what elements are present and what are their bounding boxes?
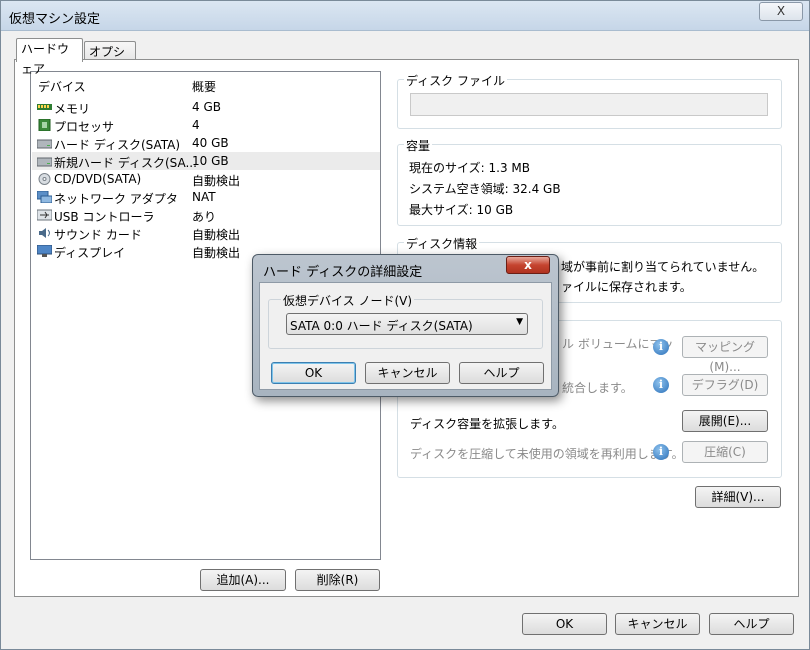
virtual-device-node-select[interactable]: SATA 0:0 ハード ディスク(SATA) ▼ (286, 313, 528, 335)
disk-file-title: ディスク ファイル (404, 72, 507, 89)
info-icon: i (653, 377, 669, 393)
device-row-sound-card[interactable]: サウンド カード 自動検出 (32, 224, 380, 242)
device-summary: 4 (192, 118, 200, 132)
device-row-processor[interactable]: プロセッサ 4 (32, 116, 380, 134)
compact-text: ディスクを圧縮して未使用の領域を再利用します。 (410, 447, 684, 461)
display-icon (37, 245, 52, 257)
device-summary: 自動検出 (192, 228, 241, 242)
disk-info-line1: 域が事前に割り当てられていません。 (561, 260, 765, 274)
device-summary: 10 GB (192, 154, 229, 168)
map-button[interactable]: マッピング(M)... (682, 336, 768, 374)
info-icon: i (653, 444, 669, 460)
device-name: 新規ハード ディスク(SA... (54, 156, 197, 170)
device-row-memory[interactable]: メモリ 4 GB (32, 98, 380, 116)
device-name: ディスプレイ (54, 246, 126, 260)
device-name: USB コントローラ (54, 210, 155, 224)
usb-icon (37, 209, 52, 221)
device-row-cd-dvd[interactable]: CD/DVD(SATA) 自動検出 (32, 170, 380, 188)
device-row-hard-disk[interactable]: ハード ディスク(SATA) 40 GB (32, 134, 380, 152)
dialog-body: 仮想デバイス ノード(V) OK キャンセル ヘルプ (259, 282, 552, 390)
virtual-device-node-label: 仮想デバイス ノード(V) (281, 292, 415, 309)
help-button[interactable]: ヘルプ (709, 613, 794, 635)
summary-column-header[interactable]: 概要 (192, 78, 216, 95)
add-device-button[interactable]: 追加(A)... (200, 569, 286, 591)
device-summary: 自動検出 (192, 174, 241, 188)
cancel-button[interactable]: キャンセル (615, 613, 700, 635)
chevron-down-icon: ▼ (516, 317, 523, 327)
title-bar: 仮想マシン設定 X (1, 1, 809, 31)
tab-hardware[interactable]: ハードウェア (16, 38, 83, 76)
disk-info-title: ディスク情報 (404, 235, 480, 252)
ok-button[interactable]: OK (522, 613, 607, 635)
network-adapter-icon (37, 191, 52, 203)
dialog-help-button[interactable]: ヘルプ (459, 362, 544, 384)
device-summary: 40 GB (192, 136, 229, 150)
device-name: ハード ディスク(SATA) (54, 138, 181, 152)
dialog-close-button[interactable]: x (506, 256, 550, 274)
device-name: プロセッサ (54, 120, 115, 134)
memory-icon (37, 104, 52, 110)
window-title: 仮想マシン設定 (9, 12, 101, 27)
dialog-title: ハード ディスクの詳細設定 (263, 265, 423, 280)
capacity-group: 容量 現在のサイズ: 1.3 MB システム空き領域: 32.4 GB 最大サイ… (397, 137, 782, 226)
device-column-header[interactable]: デバイス (38, 78, 86, 95)
window-close-button[interactable]: X (759, 2, 803, 21)
details-button[interactable]: 詳細(V)... (695, 486, 781, 508)
defrag-text: 統合します。 (562, 381, 633, 395)
device-name: サウンド カード (54, 228, 142, 242)
vm-settings-window: 仮想マシン設定 X ハードウェア オプション デバイス 概要 メモリ 4 GB … (0, 0, 810, 650)
max-size-text: 最大サイズ: 10 GB (409, 203, 514, 217)
device-summary: あり (192, 210, 217, 224)
current-size-text: 現在のサイズ: 1.3 MB (409, 161, 530, 175)
processor-icon (38, 119, 51, 131)
hard-disk-icon (37, 139, 52, 149)
device-name: CD/DVD(SATA) (54, 172, 142, 186)
disk-file-group: ディスク ファイル (397, 72, 782, 129)
device-row-usb-controller[interactable]: USB コントローラ あり (32, 206, 380, 224)
device-summary: 4 GB (192, 100, 221, 114)
device-summary: NAT (192, 190, 216, 204)
device-name: ネットワーク アダプタ (54, 192, 178, 206)
capacity-title: 容量 (404, 137, 433, 154)
compact-button[interactable]: 圧縮(C) (682, 441, 768, 463)
device-name: メモリ (54, 102, 91, 116)
free-space-text: システム空き領域: 32.4 GB (409, 182, 561, 196)
dialog-cancel-button[interactable]: キャンセル (365, 362, 450, 384)
device-row-new-hard-disk[interactable]: 新規ハード ディスク(SA... 10 GB (32, 152, 380, 170)
dialog-ok-button[interactable]: OK (271, 362, 356, 384)
expand-button[interactable]: 展開(E)... (682, 410, 768, 432)
cd-dvd-icon (38, 173, 51, 185)
hard-disk-icon (37, 157, 52, 167)
expand-text: ディスク容量を拡張します。 (410, 417, 564, 431)
sound-icon (39, 228, 50, 238)
defrag-button[interactable]: デフラグ(D) (682, 374, 768, 396)
device-row-network-adapter[interactable]: ネットワーク アダプタ NAT (32, 188, 380, 206)
remove-device-button[interactable]: 削除(R) (295, 569, 380, 591)
selected-node-text: SATA 0:0 ハード ディスク(SATA) (290, 319, 473, 333)
disk-info-line2: ァイルに保存されます。 (561, 280, 692, 294)
device-summary: 自動検出 (192, 246, 241, 260)
info-icon: i (653, 339, 669, 355)
disk-file-field[interactable] (410, 93, 768, 116)
